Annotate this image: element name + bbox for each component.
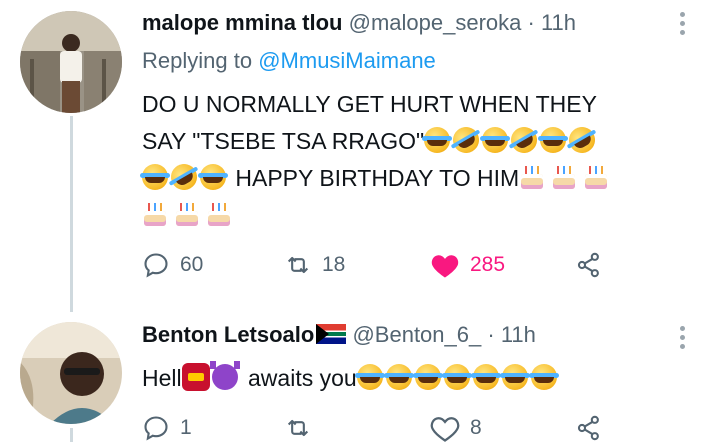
tweet-actions: 1 8 xyxy=(142,414,612,444)
tweet-actions: 60 18 285 xyxy=(142,251,612,281)
tweet-text-line-4 xyxy=(142,197,615,234)
share-icon xyxy=(577,415,599,441)
tweet-time[interactable]: 11h xyxy=(541,10,576,35)
avatar-photo xyxy=(20,11,122,113)
like-button[interactable]: 8 xyxy=(430,414,482,442)
face-with-tears-of-joy-emoji xyxy=(140,164,170,190)
like-count: 8 xyxy=(470,416,482,439)
birthday-cake-emoji xyxy=(583,164,609,190)
face-with-tears-of-joy-emoji xyxy=(480,127,511,153)
thread-line xyxy=(70,116,73,312)
separator-dot: · xyxy=(487,322,495,347)
birthday-cake-emoji xyxy=(551,164,577,190)
face-with-tears-of-joy-emoji xyxy=(422,127,453,153)
tweet-text: DO U NORMALLY GET HURT WHEN THEY SAY "TS… xyxy=(140,86,615,234)
face-with-tears-of-joy-emoji xyxy=(354,364,385,390)
tweet-text: Hell awaits you xyxy=(142,360,560,397)
rolling-on-floor-laughing-emoji xyxy=(506,122,542,158)
more-icon[interactable] xyxy=(680,12,686,39)
rolling-on-floor-laughing-emoji xyxy=(448,122,484,158)
face-with-tears-of-joy-emoji xyxy=(470,364,501,390)
share-icon xyxy=(577,252,599,278)
rolling-on-floor-laughing-emoji xyxy=(166,159,202,195)
retweet-count: 18 xyxy=(322,253,346,276)
birthday-cake-emoji xyxy=(174,201,200,227)
reply-count: 60 xyxy=(180,253,204,276)
avatar-malope[interactable] xyxy=(20,11,122,113)
thread-line xyxy=(70,428,73,442)
face-with-tears-of-joy-emoji xyxy=(383,364,414,390)
face-with-tears-of-joy-emoji xyxy=(198,164,228,190)
separator-dot: · xyxy=(527,10,535,35)
author-handle[interactable]: @malope_seroka xyxy=(349,10,522,35)
reply-button[interactable]: 60 xyxy=(142,251,203,279)
author-name[interactable]: Benton Letsoalo xyxy=(142,322,314,347)
tweet-header: malope mmina tlou @malope_seroka · 11h xyxy=(142,10,576,36)
avatar-photo xyxy=(20,322,122,424)
tweet-text-line-2: SAY "TSEBE TSA RRAGO" xyxy=(142,122,615,160)
tweet-text-line-3: HAPPY BIRTHDAY TO HIM xyxy=(140,159,615,197)
author-handle[interactable]: @Benton_6_ xyxy=(352,322,481,347)
rolling-on-floor-laughing-emoji xyxy=(564,122,600,158)
birthday-cake-emoji xyxy=(206,201,232,227)
tweet-text-line-1: DO U NORMALLY GET HURT WHEN THEY xyxy=(142,91,597,117)
retweet-button[interactable] xyxy=(284,414,322,442)
ogre-emoji xyxy=(181,363,210,391)
retweet-icon xyxy=(287,419,309,437)
author-name[interactable]: malope mmina tlou xyxy=(142,10,342,35)
retweet-button[interactable]: 18 xyxy=(284,251,345,279)
replying-to-mention[interactable]: @MmusiMaimane xyxy=(258,48,436,73)
heart-icon xyxy=(430,417,460,442)
smiling-devil-emoji xyxy=(209,361,240,390)
face-with-tears-of-joy-emoji xyxy=(441,364,472,390)
share-button[interactable] xyxy=(575,414,603,442)
face-with-tears-of-joy-emoji xyxy=(538,127,569,153)
replying-to-prefix: Replying to xyxy=(142,48,253,73)
tweet-time[interactable]: 11h xyxy=(501,322,536,347)
retweet-icon xyxy=(287,256,309,274)
more-icon[interactable] xyxy=(680,326,686,353)
reply-count: 1 xyxy=(180,416,192,439)
birthday-cake-emoji xyxy=(519,164,545,190)
reply-button[interactable]: 1 xyxy=(142,414,192,442)
reply-icon xyxy=(144,253,168,278)
face-with-tears-of-joy-emoji xyxy=(412,364,443,390)
face-with-tears-of-joy-emoji xyxy=(528,364,559,390)
avatar-benton[interactable] xyxy=(20,322,122,424)
like-count: 285 xyxy=(470,253,506,276)
replying-to: Replying to @MmusiMaimane xyxy=(142,48,436,74)
like-button[interactable]: 285 xyxy=(430,251,505,279)
tweet-header: Benton Letsoalo @Benton_6_ · 11h xyxy=(142,322,536,348)
share-button[interactable] xyxy=(575,251,603,279)
heart-icon xyxy=(431,255,459,278)
south-africa-flag-emoji xyxy=(316,324,347,344)
reply-icon xyxy=(144,416,168,441)
face-with-tears-of-joy-emoji xyxy=(499,364,530,390)
birthday-cake-emoji xyxy=(142,201,168,227)
